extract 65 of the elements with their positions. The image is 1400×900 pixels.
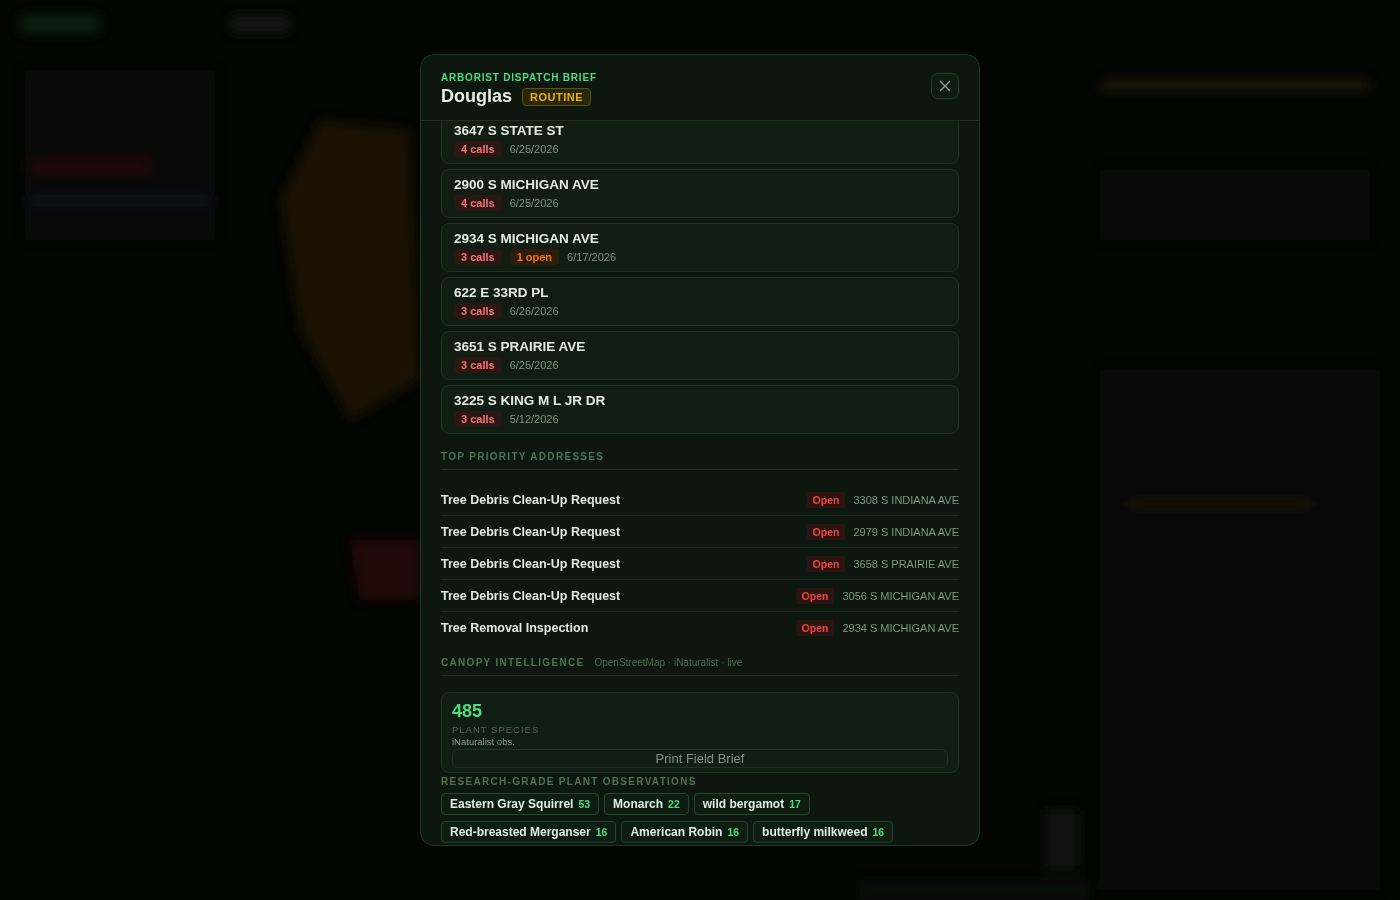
observation-count: 22 [668, 798, 680, 810]
hotspot-date: 6/25/2026 [509, 197, 559, 209]
section-heading: RESEARCH-GRADE PLANT OBSERVATIONS [441, 776, 698, 787]
request-type: Tree Debris Clean-Up Request [441, 556, 621, 571]
dialog-title: Douglas [441, 86, 512, 107]
call-count-badge: 4 calls [454, 141, 502, 157]
status-badge: Open [806, 523, 846, 540]
status-badge: Open [795, 587, 835, 604]
request-address: 3658 S PRAIRIE AVE [853, 557, 959, 570]
hotspot-date: 5/12/2026 [509, 413, 559, 425]
hotspot-address: 3651 S PRAIRIE AVE [454, 339, 587, 354]
status-badge: Open [806, 491, 846, 508]
hotspot-card[interactable]: 3225 S KING M L JR DR 3 calls 5/12/2026 [441, 385, 959, 434]
observation-count: 17 [789, 798, 801, 810]
call-count-badge: 4 calls [454, 195, 502, 211]
hotspot-address: 622 E 33RD PL [454, 285, 550, 300]
call-count-badge: 3 calls [454, 249, 502, 265]
open-count-badge: 1 open [509, 249, 560, 265]
hotspot-date: 6/25/2026 [509, 359, 559, 371]
hotspot-card[interactable]: 3651 S PRAIRIE AVE 3 calls 6/25/2026 [441, 331, 959, 380]
hotspot-card[interactable]: 3647 S STATE ST 4 calls 6/25/2026 [441, 121, 959, 164]
species-name: Monarch [613, 797, 664, 811]
request-address: 3056 S MICHIGAN AVE [842, 589, 959, 602]
hotspot-address: 2900 S MICHIGAN AVE [454, 177, 600, 192]
stat-value: 485 [452, 701, 484, 722]
dialog-eyebrow: ARBORIST DISPATCH BRIEF [441, 72, 597, 83]
section-heading: TOP PRIORITY ADDRESSES [441, 451, 605, 462]
hotspot-card[interactable]: 622 E 33RD PL 3 calls 6/26/2026 [441, 277, 959, 326]
status-badge: Open [795, 619, 835, 636]
priority-badge: ROUTINE [522, 87, 591, 106]
hotspot-date: 6/26/2026 [509, 305, 559, 317]
species-name: Eastern Gray Squirrel [450, 797, 574, 811]
close-button[interactable] [931, 73, 959, 99]
hotspot-date: 6/25/2026 [509, 143, 559, 155]
request-type: Tree Debris Clean-Up Request [441, 524, 621, 539]
request-type: Tree Removal Inspection [441, 620, 589, 635]
observation-count: 16 [727, 826, 740, 838]
observation-count: 53 [578, 798, 591, 810]
observation-count: 16 [872, 826, 885, 838]
request-type: Tree Debris Clean-Up Request [441, 588, 621, 603]
stat-note: iNaturalist obs. [452, 736, 516, 747]
observation-count: 16 [595, 826, 608, 838]
hotspot-address: 3225 S KING M L JR DR [454, 393, 607, 408]
hotspot-address: 3647 S STATE ST [454, 123, 565, 138]
call-count-badge: 3 calls [454, 303, 502, 319]
close-icon [939, 80, 951, 92]
stat-label: PLANT SPECIES [452, 724, 541, 735]
request-type: Tree Debris Clean-Up Request [441, 492, 621, 507]
request-address: 2934 S MICHIGAN AVE [842, 621, 959, 634]
species-name: American Robin [630, 825, 723, 839]
hotspot-date: 6/17/2026 [567, 251, 617, 263]
request-address: 3308 S INDIANA AVE [853, 493, 959, 506]
species-name: Red-breasted Merganser [450, 825, 591, 839]
hotspot-address: 2934 S MICHIGAN AVE [454, 231, 600, 246]
hotspot-card[interactable]: 2900 S MICHIGAN AVE 4 calls 6/25/2026 [441, 169, 959, 218]
status-badge: Open [806, 555, 846, 572]
print-button[interactable]: Print Field Brief [452, 749, 948, 768]
section-heading: CANOPY INTELLIGENCE [441, 657, 585, 668]
hotspot-card[interactable]: 2934 S MICHIGAN AVE 3 calls 1 open 6/17/2026 [441, 223, 959, 272]
species-name: wild bergamot [702, 797, 785, 811]
call-count-badge: 3 calls [454, 411, 502, 427]
species-name: butterfly milkweed [762, 825, 868, 839]
call-count-badge: 3 calls [454, 357, 502, 373]
request-address: 2979 S INDIANA AVE [853, 525, 959, 538]
data-sources: OpenStreetMap · iNaturalist · live [594, 657, 743, 668]
